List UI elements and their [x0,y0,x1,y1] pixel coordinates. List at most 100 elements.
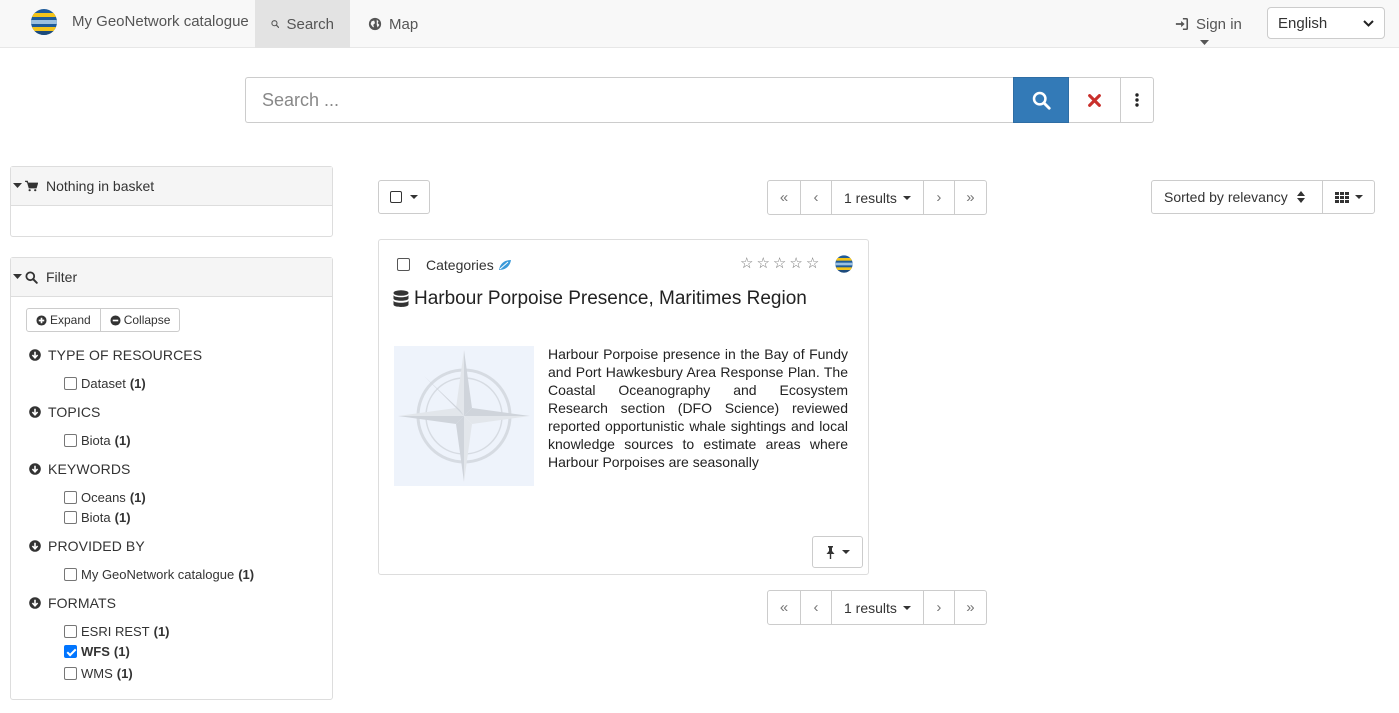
results-count-label: 1 results [844,599,897,616]
search-input[interactable] [245,77,1013,123]
pagination-bottom: « ‹ 1 results › » [767,590,987,625]
search-bar [245,77,1154,123]
star-empty-icon[interactable]: ☆ [740,256,753,272]
nav-map[interactable]: Map [352,0,434,48]
facet-keywords[interactable]: KEYWORDS [29,461,130,477]
facet-checkbox[interactable] [64,625,77,638]
next-page-button[interactable]: › [922,180,955,215]
previous-page-button[interactable]: ‹ [800,180,832,215]
result-select-checkbox[interactable] [397,258,410,271]
nav-search-label: Search [286,15,334,33]
grid-view-icon [1334,191,1349,203]
first-page-button[interactable]: « [767,590,801,625]
facet-title: PROVIDED BY [48,538,145,554]
brand-link[interactable]: My GeoNetwork catalogue [29,7,249,37]
select-all-checkbox[interactable] [390,191,402,203]
first-page-button[interactable]: « [767,180,801,215]
arrow-circle-down-icon [29,540,41,552]
facet-type-of-resources[interactable]: TYPE OF RESOURCES [29,347,202,363]
category-label: Categories [426,257,494,273]
search-icon [25,270,38,284]
basket-title: Nothing in basket [46,178,155,194]
last-page-button[interactable]: » [953,590,987,625]
search-options-button[interactable] [1121,77,1154,123]
basket-panel-heading[interactable]: Nothing in basket [11,167,332,206]
facet-item-biota-keyword[interactable]: Biota (1) [64,510,131,525]
facet-title: KEYWORDS [48,461,131,477]
facet-item-dataset[interactable]: Dataset (1) [64,376,146,391]
filter-panel-heading[interactable]: Filter [11,258,332,297]
facet-checkbox-checked[interactable] [64,645,77,658]
facet-checkbox[interactable] [64,568,77,581]
brand-name: My GeoNetwork catalogue [72,13,249,30]
facet-title: FORMATS [48,595,117,611]
clear-search-button[interactable] [1069,77,1121,123]
facet-item-oceans[interactable]: Oceans (1) [64,490,146,505]
more-vertical-icon [1135,93,1139,107]
facet-checkbox[interactable] [64,491,77,504]
facet-item-biota-topic[interactable]: Biota (1) [64,433,131,448]
sort-label: Sorted by relevancy [1164,189,1288,205]
facet-topics[interactable]: TOPICS [29,404,100,420]
last-page-button[interactable]: » [953,180,987,215]
pushpin-icon [826,545,835,559]
facet-item-count: (1) [114,510,131,525]
results-count-label: 1 results [844,189,897,206]
facet-checkbox[interactable] [64,667,77,680]
rating-stars[interactable]: ☆ ☆ ☆ ☆ ☆ [740,256,822,272]
nav-map-label: Map [389,15,419,33]
facet-item-label: ESRI REST [81,624,150,639]
facet-title: TOPICS [48,404,101,420]
result-title-link[interactable]: Harbour Porpoise Presence, Maritimes Reg… [393,288,807,310]
expand-all-button[interactable]: Expand [26,308,101,332]
star-empty-icon[interactable]: ☆ [773,256,786,272]
chevron-down-icon [1363,19,1374,27]
nav-search[interactable]: Search [255,0,350,48]
facet-item-label: WFS [81,644,110,659]
expand-label: Expand [50,313,91,327]
facet-checkbox[interactable] [64,377,77,390]
star-empty-icon[interactable]: ☆ [806,256,819,272]
facet-item-label: Oceans [81,490,126,505]
facet-item-label: Biota [81,433,111,448]
close-icon [1088,93,1101,107]
facet-item-count: (1) [153,624,170,639]
plus-circle-icon [36,314,47,326]
language-selected-value: English [1278,14,1328,32]
sign-in-label: Sign in [1196,15,1242,33]
star-empty-icon[interactable]: ☆ [756,256,769,272]
search-icon [1032,91,1051,110]
facet-item-wfs[interactable]: WFS (1) [64,644,130,659]
previous-page-button[interactable]: ‹ [800,590,832,625]
compass-rose-icon [398,350,530,482]
facet-title: TYPE OF RESOURCES [48,347,203,363]
collapse-all-button[interactable]: Collapse [100,308,181,332]
facet-item-wms[interactable]: WMS (1) [64,666,133,681]
language-select[interactable]: English [1267,7,1385,39]
globe-icon [368,17,382,31]
result-thumbnail[interactable] [394,346,534,486]
sort-icon [1296,191,1305,203]
view-mode-dropdown[interactable] [1322,180,1375,214]
caret-down-icon [410,195,418,199]
facet-checkbox[interactable] [64,434,77,447]
star-empty-icon[interactable]: ☆ [789,256,802,272]
facet-item-esri-rest[interactable]: ESRI REST (1) [64,624,170,639]
caret-down-icon [1354,195,1363,199]
facet-item-count: (1) [129,490,146,505]
facet-item-provider[interactable]: My GeoNetwork catalogue (1) [64,567,254,582]
facet-provided-by[interactable]: PROVIDED BY [29,538,145,554]
search-button[interactable] [1013,77,1069,123]
sign-in-dropdown-icon[interactable] [1200,40,1209,46]
results-count-dropdown[interactable]: 1 results [831,590,924,625]
results-count-dropdown[interactable]: 1 results [831,180,924,215]
sort-dropdown[interactable]: Sorted by relevancy [1151,180,1323,214]
select-all-dropdown[interactable] [378,180,430,214]
facet-item-count: (1) [129,376,146,391]
arrow-circle-down-icon [29,463,41,475]
facet-checkbox[interactable] [64,511,77,524]
pin-actions-dropdown[interactable] [812,536,863,568]
facet-formats[interactable]: FORMATS [29,595,116,611]
next-page-button[interactable]: › [922,590,955,625]
arrow-circle-down-icon [29,349,41,361]
